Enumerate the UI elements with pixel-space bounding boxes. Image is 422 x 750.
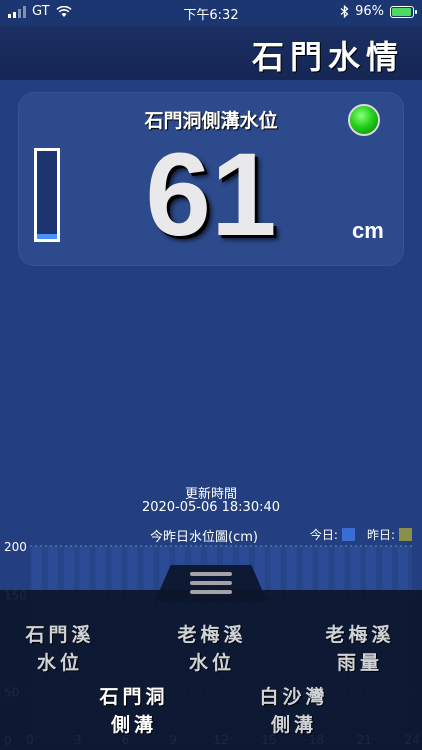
nav-shimen-creek-level[interactable]: 石門溪 水位 <box>6 621 114 677</box>
battery-icon <box>390 5 417 18</box>
nav-label-line1: 石門洞 <box>99 686 169 708</box>
battery-percent: 96% <box>355 4 384 19</box>
nav-shimen-cave-ditch[interactable]: 石門洞 側溝 <box>80 683 188 739</box>
legend-today-label: 今日: <box>309 528 338 542</box>
nav-label-line2: 水位 <box>188 652 235 674</box>
nav-label-line1: 石門溪 <box>25 624 95 646</box>
water-level-unit: cm <box>352 218 384 243</box>
water-level-value: 61 <box>145 129 277 261</box>
nav-laomei-creek-rainfall[interactable]: 老梅溪 雨量 <box>306 621 414 677</box>
app-title: 石門水情 <box>251 38 404 76</box>
nav-label-line1: 老梅溪 <box>177 624 247 646</box>
nav-baishawan-ditch[interactable]: 白沙灣 側溝 <box>240 683 348 739</box>
legend-today-swatch <box>341 528 355 541</box>
chart-legend: 今日: 昨日: <box>310 526 412 543</box>
hamburger-icon[interactable] <box>190 572 232 599</box>
nav-label-line1: 老梅溪 <box>325 624 395 646</box>
legend-yesterday-swatch <box>399 528 412 541</box>
update-time-value: 2020-05-06 18:30:40 <box>141 500 281 515</box>
bluetooth-icon <box>340 5 349 18</box>
title-bar: 石門水情 <box>0 26 422 80</box>
nav-laomei-creek-level[interactable]: 老梅溪 水位 <box>158 621 266 677</box>
chart-title: 今昨日水位圖(cm) <box>150 530 258 545</box>
water-level-card: 石門洞側溝水位 61 cm <box>18 92 404 266</box>
nav-label-line1: 白沙灣 <box>259 686 329 708</box>
legend-yesterday-label: 昨日: <box>366 528 395 542</box>
nav-label-line2: 雨量 <box>336 652 383 674</box>
status-right: 96% <box>340 4 417 19</box>
y-tick-label: 200 <box>4 540 27 554</box>
nav-label-line2: 側溝 <box>110 714 157 736</box>
nav-label-line2: 側溝 <box>270 714 317 736</box>
status-bar: GT 下午6:32 96% <box>0 0 422 26</box>
battery-fill <box>392 7 412 16</box>
nav-label-line2: 水位 <box>36 652 83 674</box>
